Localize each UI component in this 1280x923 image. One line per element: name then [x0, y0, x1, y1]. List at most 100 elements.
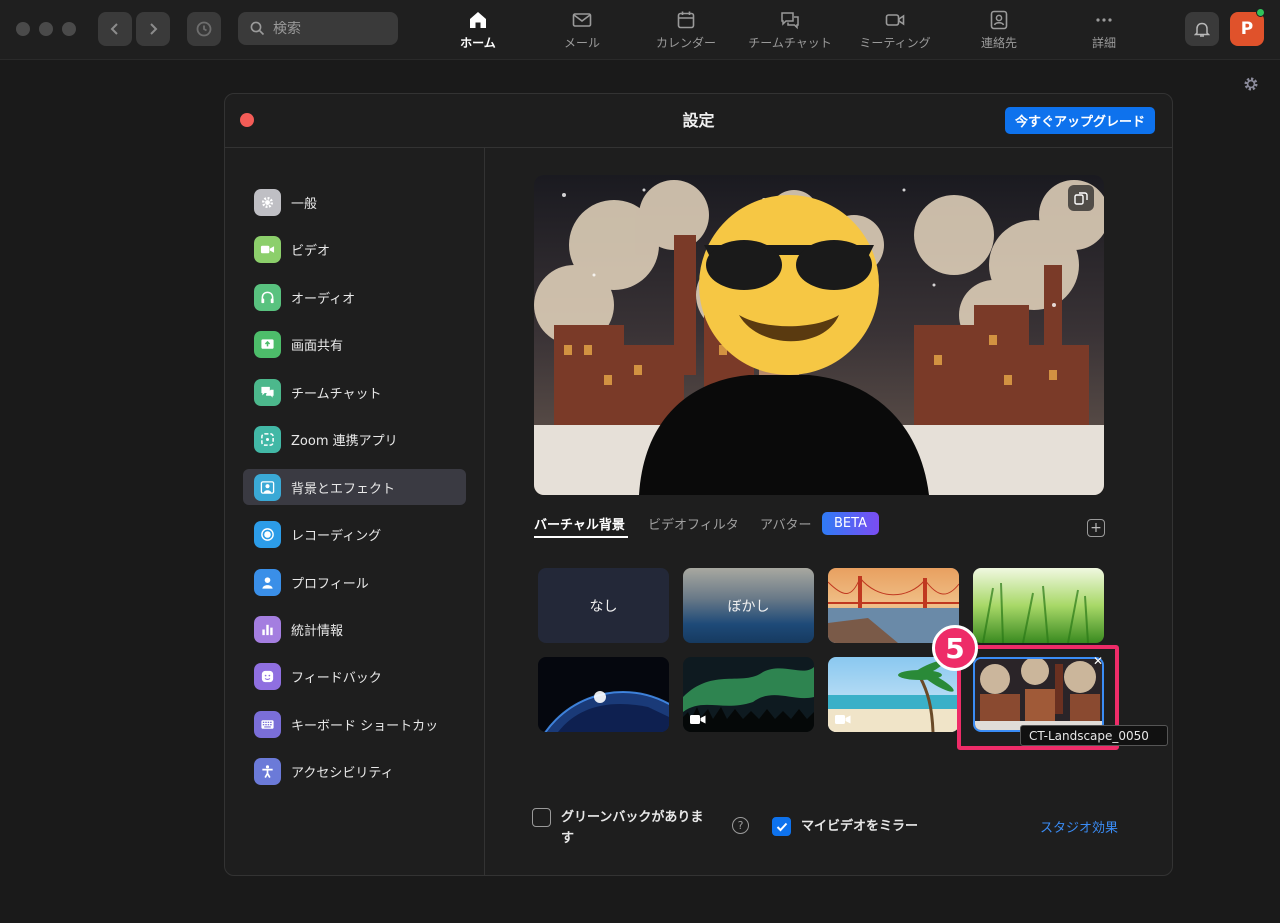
tab-avatar[interactable]: アバター — [760, 514, 811, 533]
more-icon — [1096, 17, 1112, 22]
background-option-earth-space[interactable] — [538, 657, 669, 732]
video-icon — [690, 715, 706, 724]
background-option-grass[interactable] — [973, 568, 1104, 643]
apps-icon — [254, 425, 281, 453]
green-screen-checkbox[interactable] — [532, 808, 551, 827]
smile-icon — [254, 662, 281, 690]
history-button[interactable] — [187, 12, 221, 46]
sidebar-item-label: 統計情報 — [291, 623, 344, 639]
gear-icon[interactable] — [1243, 76, 1259, 92]
sidebar-item-video[interactable]: ビデオ — [243, 231, 466, 267]
background-option-label: ぼかし — [727, 598, 770, 615]
keyboard-icon — [254, 710, 281, 738]
mirror-video-label: マイビデオをミラー — [801, 819, 919, 834]
active-tab-indicator — [534, 536, 628, 538]
sidebar-item-profile[interactable]: プロフィール — [243, 564, 466, 600]
nav-tab-team-chat[interactable]: チームチャット — [738, 6, 842, 54]
grass-image — [973, 568, 1104, 643]
settings-window: 設定 今すぐアップグレード 一般 ビデオ オーディオ 画面共有 チームチャット … — [224, 93, 1173, 876]
help-icon[interactable]: ? — [732, 817, 749, 834]
studio-effects-link[interactable]: スタジオ効果 — [1040, 817, 1118, 836]
beta-badge: BETA — [822, 512, 879, 535]
annotation-number-badge: 5 — [932, 625, 978, 671]
chat-icon — [254, 378, 281, 406]
top-navigation-bar: ホーム メール カレンダー チームチャット ミーティング 連絡先 詳細 P — [0, 0, 1280, 60]
nav-tab-label: チームチャット — [748, 35, 832, 50]
sidebar-item-statistics[interactable]: 統計情報 — [243, 611, 466, 647]
window-zoom-dot[interactable] — [62, 22, 76, 36]
search-icon — [250, 21, 265, 36]
background-option-none[interactable]: なし — [538, 568, 669, 643]
accessibility-icon — [254, 757, 281, 785]
sidebar-item-apps[interactable]: Zoom 連携アプリ — [243, 421, 466, 457]
sidebar-item-accessibility[interactable]: アクセシビリティ — [243, 753, 466, 789]
contacts-icon — [990, 10, 1008, 29]
window-close-dot[interactable] — [16, 22, 30, 36]
nav-tab-home[interactable]: ホーム — [426, 6, 530, 54]
nav-tab-contacts[interactable]: 連絡先 — [947, 6, 1051, 54]
sidebar-item-feedback[interactable]: フィードバック — [243, 658, 466, 694]
history-icon — [196, 21, 212, 37]
sidebar-item-audio[interactable]: オーディオ — [243, 279, 466, 315]
profile-avatar[interactable]: P — [1230, 12, 1264, 46]
search-box[interactable] — [238, 12, 398, 45]
upgrade-button[interactable]: 今すぐアップグレード — [1005, 107, 1155, 134]
smiley-sunglasses-icon — [699, 195, 879, 375]
sidebar-item-screen-share[interactable]: 画面共有 — [243, 326, 466, 362]
nav-tab-mail[interactable]: メール — [530, 6, 634, 54]
notifications-button[interactable] — [1185, 12, 1219, 46]
checkmark-icon — [776, 822, 787, 831]
tab-video-filters[interactable]: ビデオフィルタ — [648, 514, 739, 533]
sidebar-item-label: ビデオ — [291, 243, 331, 259]
sidebar-item-label: 画面共有 — [291, 338, 344, 354]
back-button[interactable] — [98, 12, 132, 46]
nav-tab-label: 連絡先 — [980, 35, 1017, 50]
chevron-left-icon — [110, 23, 118, 35]
earth-space-image — [538, 657, 669, 732]
home-icon — [470, 11, 486, 28]
stats-icon — [254, 615, 281, 643]
rotate-icon — [1074, 192, 1088, 205]
nav-tab-calendar[interactable]: カレンダー — [634, 6, 738, 54]
background-option-label: なし — [589, 598, 618, 615]
nav-tab-meetings[interactable]: ミーティング — [843, 6, 947, 54]
headphones-icon — [254, 283, 281, 311]
record-icon — [254, 520, 281, 548]
gear-icon — [254, 188, 281, 216]
video-icon — [885, 13, 905, 26]
sidebar-item-label: プロフィール — [291, 576, 369, 592]
sidebar-item-label: レコーディング — [291, 528, 382, 544]
preview-background-image — [534, 175, 1104, 495]
add-background-button[interactable]: + — [1087, 519, 1105, 537]
sidebar-item-background-effects[interactable]: 背景とエフェクト — [243, 469, 466, 505]
plus-icon: + — [1090, 520, 1102, 536]
nav-tab-more[interactable]: 詳細 — [1052, 6, 1156, 54]
window-minimize-dot[interactable] — [39, 22, 53, 36]
sidebar-item-recording[interactable]: レコーディング — [243, 516, 466, 552]
nav-tab-label: カレンダー — [655, 35, 716, 50]
close-icon: ✕ — [1092, 654, 1104, 668]
sidebar-item-label: チームチャット — [291, 386, 382, 402]
avatar-initial: P — [1240, 19, 1254, 39]
sidebar-item-label: Zoom 連携アプリ — [291, 433, 398, 449]
sidebar-item-label: 一般 — [291, 196, 318, 212]
tab-virtual-background[interactable]: バーチャル背景 — [534, 514, 625, 533]
bell-icon — [1194, 22, 1210, 37]
background-option-aurora[interactable] — [683, 657, 814, 732]
nav-tab-label: 詳細 — [1091, 35, 1116, 50]
sidebar-item-label: キーボード ショートカッ — [291, 718, 439, 734]
sidebar-item-team-chat[interactable]: チームチャット — [243, 374, 466, 410]
video-preview — [534, 175, 1104, 495]
forward-button[interactable] — [136, 12, 170, 46]
sidebar-item-label: 背景とエフェクト — [291, 481, 396, 497]
rotate-camera-button[interactable] — [1068, 185, 1094, 211]
sidebar-item-general[interactable]: 一般 — [243, 184, 466, 220]
sidebar-item-keyboard-shortcuts[interactable]: キーボード ショートカッ — [243, 706, 466, 742]
person-background-icon — [254, 473, 281, 501]
remove-background-button[interactable]: ✕ — [1091, 654, 1105, 668]
search-input[interactable] — [273, 20, 383, 37]
background-option-blur[interactable]: ぼかし — [683, 568, 814, 643]
background-option-beach[interactable] — [828, 657, 959, 732]
online-status-dot — [1256, 8, 1265, 17]
mirror-video-checkbox[interactable] — [772, 817, 791, 836]
